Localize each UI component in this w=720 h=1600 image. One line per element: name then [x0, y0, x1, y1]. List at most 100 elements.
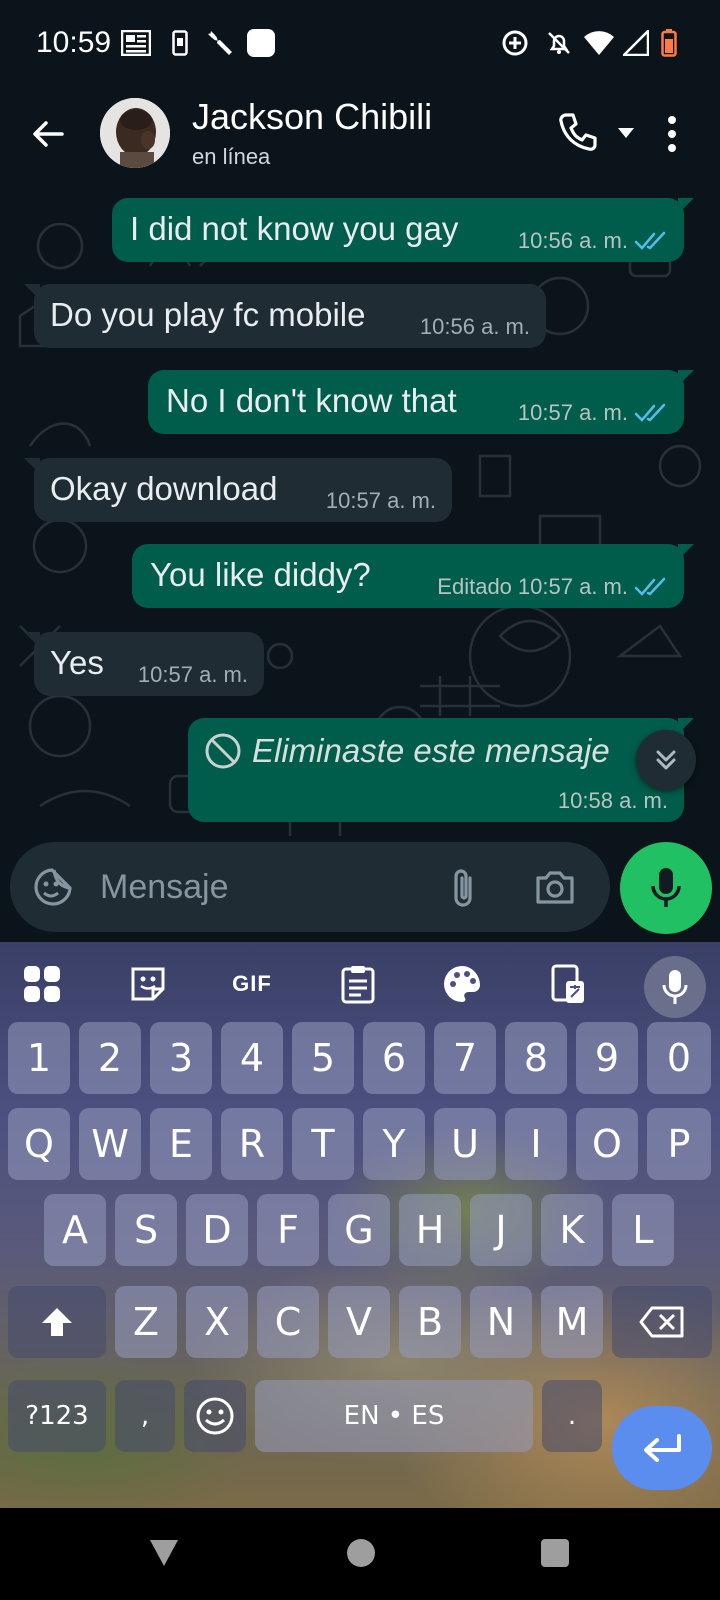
read-receipt-icon: [634, 403, 666, 422]
square-app-icon: [246, 28, 276, 58]
key-o[interactable]: O: [576, 1108, 638, 1180]
key-r[interactable]: R: [221, 1108, 283, 1180]
key-t[interactable]: T: [292, 1108, 354, 1180]
message-time: 10:57 a. m.: [325, 488, 436, 513]
recents-square-icon[interactable]: [540, 1538, 570, 1573]
voice-call-icon[interactable]: [556, 110, 600, 154]
edited-label: Editado: [437, 574, 512, 599]
key-l[interactable]: L: [612, 1194, 674, 1266]
chat-header: Jackson Chibili en línea: [0, 90, 720, 186]
symbols-key[interactable]: ?123: [8, 1380, 106, 1452]
backspace-icon: [639, 1306, 684, 1338]
message-bubble-deleted[interactable]: Eliminaste este mensaje 10:58 a. m.: [188, 718, 694, 822]
key-i[interactable]: I: [505, 1108, 567, 1180]
backspace-key[interactable]: [612, 1286, 712, 1358]
key-p[interactable]: P: [647, 1108, 711, 1180]
message-list[interactable]: I did not know you gay 10:56 a. m. Do yo…: [0, 186, 720, 836]
contact-status: en línea: [192, 144, 271, 169]
message-bubble-outgoing[interactable]: I did not know you gay 10:56 a. m.: [112, 198, 694, 262]
key-4[interactable]: 4: [221, 1022, 283, 1094]
emoji-key[interactable]: [184, 1380, 246, 1452]
clipboard-icon[interactable]: [336, 962, 380, 1006]
key-k[interactable]: K: [541, 1194, 603, 1266]
scroll-to-bottom-button[interactable]: [636, 730, 696, 790]
key-8[interactable]: 8: [505, 1022, 567, 1094]
status-time: 10:59: [36, 26, 112, 59]
message-input[interactable]: Mensaje: [100, 868, 229, 907]
deleted-message-text: Eliminaste este mensaje: [252, 732, 610, 769]
key-w[interactable]: W: [79, 1108, 141, 1180]
keyboard-mic-icon[interactable]: [644, 956, 706, 1018]
voice-message-button[interactable]: [620, 842, 712, 934]
key-0[interactable]: 0: [647, 1022, 711, 1094]
key-h[interactable]: H: [399, 1194, 461, 1266]
key-j[interactable]: J: [470, 1194, 532, 1266]
key-m[interactable]: M: [541, 1286, 603, 1358]
apps-grid-icon[interactable]: [20, 962, 64, 1006]
sticker-emoji-icon[interactable]: [32, 866, 74, 913]
message-meta: 10:57 a. m.: [138, 662, 248, 688]
system-navigation-bar: [0, 1508, 720, 1600]
camera-icon[interactable]: [534, 868, 576, 911]
palette-icon[interactable]: [440, 962, 484, 1006]
key-z[interactable]: Z: [115, 1286, 177, 1358]
shift-key[interactable]: [8, 1286, 106, 1358]
translate-icon[interactable]: [546, 962, 590, 1006]
key-b[interactable]: B: [399, 1286, 461, 1358]
comma-key[interactable]: ,: [115, 1380, 175, 1452]
key-u[interactable]: U: [434, 1108, 496, 1180]
more-options-icon[interactable]: [664, 112, 680, 156]
read-receipt-icon: [634, 231, 666, 250]
space-bar[interactable]: EN • ES: [255, 1380, 533, 1452]
message-meta: 10:56 a. m.: [420, 314, 530, 340]
key-6[interactable]: 6: [363, 1022, 425, 1094]
message-bubble-incoming[interactable]: Yes 10:57 a. m.: [24, 632, 264, 696]
key-5[interactable]: 5: [292, 1022, 354, 1094]
key-n[interactable]: N: [470, 1286, 532, 1358]
keyboard-toolbar: GIF: [0, 942, 720, 1022]
wrench-icon: [204, 28, 236, 58]
contact-name[interactable]: Jackson Chibili: [192, 96, 432, 138]
status-bar: 10:59: [0, 0, 720, 90]
blocked-icon: [205, 733, 241, 769]
key-g[interactable]: G: [328, 1194, 390, 1266]
message-bubble-outgoing[interactable]: You like diddy? Editado 10:57 a. m.: [132, 544, 694, 608]
key-7[interactable]: 7: [434, 1022, 496, 1094]
home-circle-icon[interactable]: [346, 1538, 376, 1573]
key-s[interactable]: S: [115, 1194, 177, 1266]
key-a[interactable]: A: [44, 1194, 106, 1266]
key-v[interactable]: V: [328, 1286, 390, 1358]
back-arrow-icon[interactable]: [26, 112, 70, 156]
signal-icon: [622, 28, 650, 58]
key-d[interactable]: D: [186, 1194, 248, 1266]
key-f[interactable]: F: [257, 1194, 319, 1266]
key-1[interactable]: 1: [8, 1022, 70, 1094]
key-3[interactable]: 3: [150, 1022, 212, 1094]
back-triangle-icon[interactable]: [148, 1538, 180, 1573]
wifi-icon: [582, 28, 616, 58]
call-options-caret-icon[interactable]: [616, 126, 636, 140]
key-y[interactable]: Y: [363, 1108, 425, 1180]
contact-avatar[interactable]: [100, 98, 170, 168]
message-text: I did not know you gay: [130, 210, 459, 247]
message-time: 10:57 a. m.: [137, 662, 248, 687]
message-time: 10:56 a. m.: [517, 228, 628, 253]
message-compose-bar[interactable]: Mensaje: [10, 842, 610, 932]
key-e[interactable]: E: [150, 1108, 212, 1180]
key-9[interactable]: 9: [576, 1022, 638, 1094]
message-bubble-incoming[interactable]: Do you play fc mobile 10:56 a. m.: [24, 284, 546, 348]
gif-button[interactable]: GIF: [226, 962, 278, 1006]
message-bubble-incoming[interactable]: Okay download 10:57 a. m.: [24, 458, 452, 522]
key-2[interactable]: 2: [79, 1022, 141, 1094]
period-key[interactable]: .: [542, 1380, 602, 1452]
shift-icon: [42, 1308, 72, 1336]
sticker-icon[interactable]: [126, 962, 170, 1006]
key-x[interactable]: X: [186, 1286, 248, 1358]
key-c[interactable]: C: [257, 1286, 319, 1358]
enter-key[interactable]: [612, 1406, 712, 1490]
message-meta: 10:57 a. m.: [326, 488, 436, 514]
key-q[interactable]: Q: [8, 1108, 70, 1180]
message-bubble-outgoing[interactable]: No I don't know that 10:57 a. m.: [148, 370, 694, 434]
double-chevron-down-icon: [656, 750, 676, 770]
attach-clip-icon[interactable]: [448, 866, 478, 915]
